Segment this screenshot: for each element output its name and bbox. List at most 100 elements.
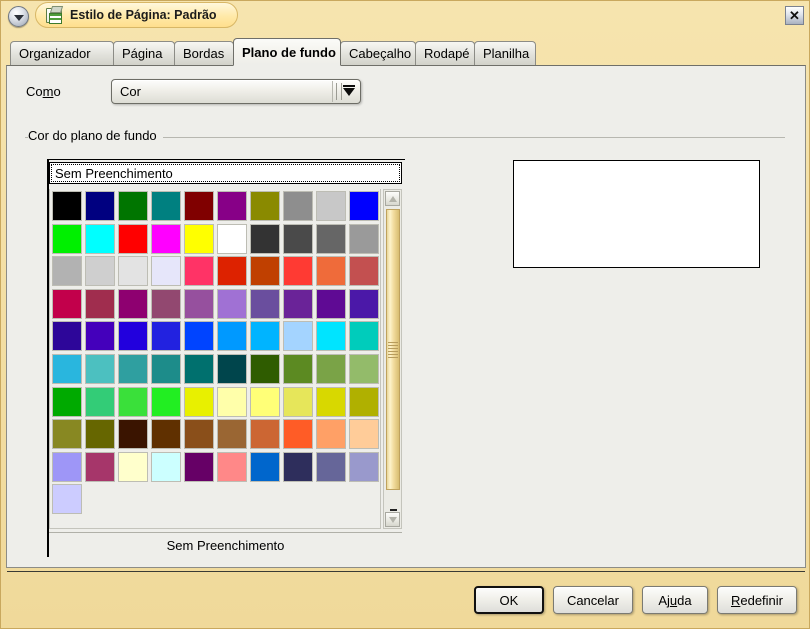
ok-button[interactable]: OK <box>473 586 544 614</box>
color-swatch[interactable] <box>184 419 214 450</box>
color-swatch[interactable] <box>52 321 82 352</box>
color-swatch[interactable] <box>151 353 181 384</box>
scroll-up-icon[interactable] <box>385 191 400 206</box>
color-swatch[interactable] <box>118 223 148 254</box>
color-swatch[interactable] <box>250 256 280 287</box>
tab-rodap-[interactable]: Rodapé <box>415 41 475 65</box>
color-swatch[interactable] <box>85 451 115 482</box>
color-swatch[interactable] <box>349 386 379 417</box>
color-swatch[interactable] <box>316 288 346 319</box>
color-swatch[interactable] <box>85 386 115 417</box>
color-swatch[interactable] <box>118 191 148 221</box>
tab-bordas[interactable]: Bordas <box>174 41 234 65</box>
color-swatch[interactable] <box>52 419 82 450</box>
reset-button[interactable]: Redefinir <box>716 586 797 614</box>
color-swatch[interactable] <box>217 353 247 384</box>
cancel-button[interactable]: Cancelar <box>552 586 633 614</box>
color-swatch[interactable] <box>316 419 346 450</box>
color-swatch[interactable] <box>85 353 115 384</box>
color-swatch[interactable] <box>250 451 280 482</box>
tab-plano-de-fundo[interactable]: Plano de fundo <box>233 38 341 66</box>
color-swatch[interactable] <box>250 223 280 254</box>
color-swatch[interactable] <box>52 223 82 254</box>
color-swatch[interactable] <box>283 321 313 352</box>
color-swatch[interactable] <box>184 451 214 482</box>
color-swatch[interactable] <box>118 419 148 450</box>
color-swatch[interactable] <box>85 419 115 450</box>
window-menu-orb-icon[interactable] <box>8 6 29 27</box>
color-swatch[interactable] <box>250 191 280 221</box>
color-swatch[interactable] <box>217 288 247 319</box>
color-swatch[interactable] <box>184 256 214 287</box>
color-swatch[interactable] <box>151 386 181 417</box>
color-swatch[interactable] <box>349 419 379 450</box>
color-swatch[interactable] <box>217 321 247 352</box>
color-swatch[interactable] <box>316 191 346 221</box>
color-swatch[interactable] <box>151 288 181 319</box>
color-swatch[interactable] <box>118 386 148 417</box>
color-swatch[interactable] <box>283 288 313 319</box>
color-swatch[interactable] <box>151 191 181 221</box>
color-swatch[interactable] <box>118 256 148 287</box>
color-swatch[interactable] <box>349 451 379 482</box>
color-swatch[interactable] <box>184 288 214 319</box>
como-combobox[interactable]: Cor <box>111 79 361 104</box>
color-swatch[interactable] <box>349 288 379 319</box>
color-swatch[interactable] <box>250 321 280 352</box>
color-swatch[interactable] <box>283 223 313 254</box>
color-swatch[interactable] <box>217 223 247 254</box>
chevron-down-icon[interactable] <box>332 81 358 102</box>
color-grid[interactable] <box>50 189 380 516</box>
color-swatch[interactable] <box>52 191 82 221</box>
color-swatch[interactable] <box>316 321 346 352</box>
color-swatch[interactable] <box>349 321 379 352</box>
color-swatch[interactable] <box>151 419 181 450</box>
tab-p-gina[interactable]: Página <box>113 41 175 65</box>
color-swatch[interactable] <box>283 451 313 482</box>
color-swatch[interactable] <box>184 191 214 221</box>
color-swatch[interactable] <box>52 256 82 287</box>
color-swatch[interactable] <box>250 288 280 319</box>
color-swatch[interactable] <box>52 386 82 417</box>
color-swatch[interactable] <box>316 386 346 417</box>
color-swatch[interactable] <box>184 386 214 417</box>
color-swatch[interactable] <box>52 484 82 515</box>
color-swatch[interactable] <box>217 386 247 417</box>
color-swatch[interactable] <box>349 353 379 384</box>
color-swatch[interactable] <box>118 288 148 319</box>
color-swatch[interactable] <box>316 451 346 482</box>
color-swatch[interactable] <box>217 419 247 450</box>
color-swatch[interactable] <box>283 191 313 221</box>
color-swatch[interactable] <box>85 223 115 254</box>
color-swatch[interactable] <box>283 419 313 450</box>
color-swatch[interactable] <box>250 386 280 417</box>
color-swatch[interactable] <box>52 353 82 384</box>
color-swatch[interactable] <box>52 288 82 319</box>
tab-planilha[interactable]: Planilha <box>474 41 536 65</box>
scrollbar-thumb[interactable] <box>386 209 400 490</box>
color-swatch[interactable] <box>283 353 313 384</box>
color-swatch[interactable] <box>184 321 214 352</box>
color-swatch[interactable] <box>85 256 115 287</box>
selected-color-field[interactable]: Sem Preenchimento <box>49 162 402 184</box>
color-swatch[interactable] <box>118 321 148 352</box>
color-swatch[interactable] <box>151 451 181 482</box>
color-swatch[interactable] <box>184 353 214 384</box>
tab-organizador[interactable]: Organizador <box>10 41 114 65</box>
color-swatch[interactable] <box>151 321 181 352</box>
color-swatch[interactable] <box>151 223 181 254</box>
color-swatch[interactable] <box>283 256 313 287</box>
color-swatch[interactable] <box>217 256 247 287</box>
color-grid-scrollbar[interactable] <box>383 189 402 529</box>
color-swatch[interactable] <box>184 223 214 254</box>
color-swatch[interactable] <box>250 353 280 384</box>
color-swatch[interactable] <box>85 288 115 319</box>
help-button[interactable]: Ajuda <box>641 586 708 614</box>
color-swatch[interactable] <box>118 353 148 384</box>
tab-cabe-alho[interactable]: Cabeçalho <box>340 41 416 65</box>
close-icon[interactable]: ✕ <box>785 6 804 25</box>
color-swatch[interactable] <box>316 256 346 287</box>
color-swatch[interactable] <box>349 256 379 287</box>
color-swatch[interactable] <box>151 256 181 287</box>
color-swatch[interactable] <box>316 353 346 384</box>
